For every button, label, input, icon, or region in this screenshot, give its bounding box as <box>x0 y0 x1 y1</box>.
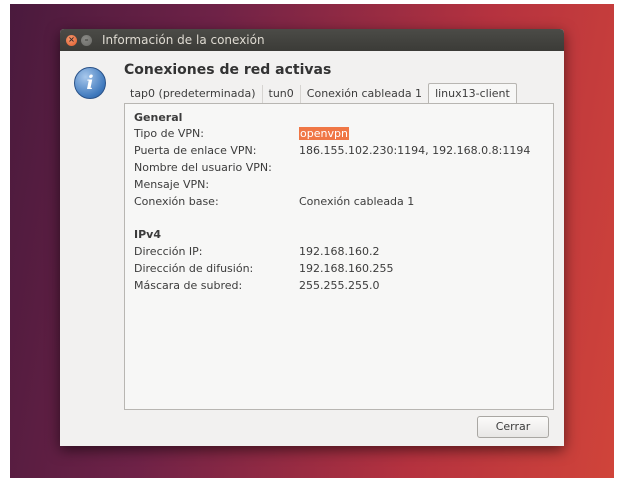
window-title: Información de la conexión <box>102 33 265 47</box>
desktop-background: × – Información de la conexión i Conexio… <box>10 4 614 478</box>
vpn-type-label: Tipo de VPN: <box>134 127 204 140</box>
vpn-username-label: Nombre del usuario VPN: <box>134 161 272 174</box>
vpn-type-value[interactable]: openvpn <box>299 127 349 140</box>
dialog-heading: Conexiones de red activas <box>124 62 332 78</box>
ipv4-section-title: IPv4 <box>134 228 161 241</box>
tab-linux13-client[interactable]: linux13-client <box>428 83 517 104</box>
connection-tabs: tap0 (predeterminada) tun0 Conexión cabl… <box>124 83 517 104</box>
tab-tun0[interactable]: tun0 <box>263 85 301 103</box>
info-icon: i <box>74 67 106 99</box>
broadcast-address-value[interactable]: 192.168.160.255 <box>299 262 393 275</box>
subnet-mask-label: Máscara de subred: <box>134 279 243 292</box>
close-button[interactable]: Cerrar <box>477 416 549 438</box>
close-window-icon[interactable]: × <box>66 34 77 46</box>
tab-wired-connection-1[interactable]: Conexión cableada 1 <box>301 85 428 103</box>
minimize-window-icon[interactable]: – <box>81 34 92 46</box>
ip-address-value[interactable]: 192.168.160.2 <box>299 245 379 258</box>
tab-tap0[interactable]: tap0 (predeterminada) <box>124 85 263 103</box>
broadcast-address-label: Dirección de difusión: <box>134 262 254 275</box>
general-section-title: General <box>134 111 183 124</box>
connection-info-dialog: × – Información de la conexión i Conexio… <box>60 29 564 446</box>
vpn-gateway-label: Puerta de enlace VPN: <box>134 144 257 157</box>
vpn-gateway-value[interactable]: 186.155.102.230:1194, 192.168.0.8:1194 <box>299 144 530 157</box>
subnet-mask-value[interactable]: 255.255.255.0 <box>299 279 379 292</box>
base-connection-value[interactable]: Conexión cableada 1 <box>299 195 414 208</box>
base-connection-label: Conexión base: <box>134 195 219 208</box>
ip-address-label: Dirección IP: <box>134 245 203 258</box>
titlebar: × – Información de la conexión <box>60 29 564 51</box>
tab-panel: General Tipo de VPN: openvpn Puerta de e… <box>124 103 554 410</box>
vpn-message-label: Mensaje VPN: <box>134 178 210 191</box>
